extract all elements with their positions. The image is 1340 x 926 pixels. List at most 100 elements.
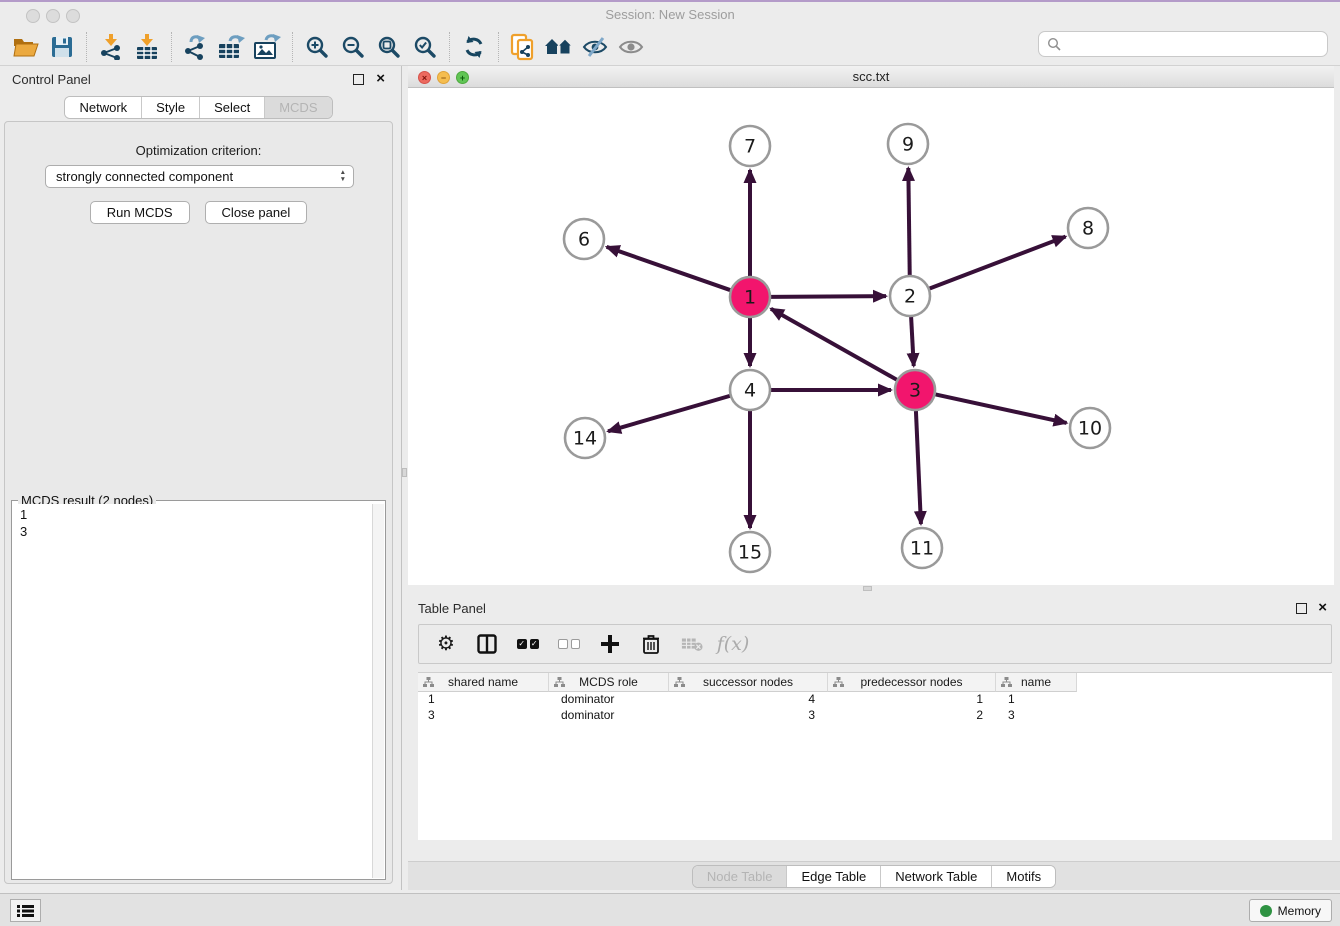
edge-2-3[interactable] — [911, 317, 914, 366]
control-panel-title: Control Panel — [12, 72, 91, 87]
network-hscroll-handle[interactable] — [863, 586, 872, 591]
criterion-value: strongly connected component — [56, 169, 233, 184]
zoom-selected-icon[interactable] — [407, 31, 443, 63]
save-session-icon[interactable] — [44, 31, 80, 63]
column-header-successor-nodes[interactable]: successor nodes — [669, 673, 828, 692]
edge-1-2[interactable] — [771, 296, 886, 297]
zoom-fit-icon[interactable] — [371, 31, 407, 63]
log-console-button[interactable] — [10, 899, 41, 922]
home-icon[interactable] — [541, 31, 577, 63]
column-label: successor nodes — [703, 675, 793, 689]
edge-1-6[interactable] — [607, 247, 731, 290]
select-all-icon[interactable]: ✓✓ — [517, 633, 539, 655]
window-minimize-button[interactable] — [46, 9, 60, 23]
node-2[interactable]: 2 — [890, 276, 930, 316]
add-column-icon[interactable] — [599, 633, 621, 655]
tab-style[interactable]: Style — [142, 97, 200, 118]
edge-3-11[interactable] — [916, 411, 921, 524]
node-label: 14 — [573, 428, 597, 450]
refresh-icon[interactable] — [456, 31, 492, 63]
tab-node-table[interactable]: Node Table — [693, 866, 788, 887]
network-view-window: × − + scc.txt 7 9 6 8 1 2 4 3 14 10 15 11 — [408, 66, 1334, 592]
edge-2-9[interactable] — [908, 168, 909, 275]
node-7[interactable]: 7 — [730, 126, 770, 166]
control-panel: Control Panel × NetworkStyleSelectMCDS O… — [0, 66, 397, 890]
vertical-splitter[interactable] — [401, 66, 407, 890]
zoom-out-icon[interactable] — [335, 31, 371, 63]
network-from-selection-icon[interactable] — [505, 31, 541, 63]
node-6[interactable]: 6 — [564, 219, 604, 259]
edge-3-10[interactable] — [936, 394, 1067, 422]
column-header-shared-name[interactable]: shared name — [418, 673, 549, 692]
export-network-icon[interactable] — [178, 31, 214, 63]
close-panel-button[interactable]: Close panel — [205, 201, 308, 224]
tab-edge-table[interactable]: Edge Table — [787, 866, 881, 887]
table-cell: dominator — [549, 692, 669, 708]
show-eye-icon[interactable] — [613, 31, 649, 63]
node-8[interactable]: 8 — [1068, 208, 1108, 248]
toolbar-separator — [171, 32, 172, 62]
search-box[interactable] — [1038, 31, 1328, 57]
table-close-icon[interactable]: × — [1318, 602, 1327, 613]
open-session-icon[interactable] — [8, 31, 44, 63]
window-zoom-button[interactable] — [66, 9, 80, 23]
column-header-MCDS-role[interactable]: MCDS role — [549, 673, 669, 692]
network-window-titlebar[interactable]: × − + scc.txt — [408, 66, 1334, 88]
criterion-select[interactable]: strongly connected component ▲▼ — [45, 165, 354, 188]
run-mcds-button[interactable]: Run MCDS — [90, 201, 190, 224]
node-3[interactable]: 3 — [895, 370, 935, 410]
column-header-name[interactable]: name — [996, 673, 1077, 692]
table-panel: Table Panel × ⚙ ✓✓ f(x) shared nameMCDS … — [408, 592, 1340, 890]
show-columns-icon[interactable] — [476, 633, 498, 655]
network-close-button[interactable]: × — [418, 71, 431, 84]
splitter-handle[interactable] — [402, 468, 407, 477]
zoom-in-icon[interactable] — [299, 31, 335, 63]
list-icon — [17, 904, 34, 918]
edge-2-8[interactable] — [930, 237, 1066, 289]
network-minimize-button[interactable]: − — [437, 71, 450, 84]
tab-mcds[interactable]: MCDS — [265, 97, 331, 118]
optimization-criterion-label: Optimization criterion: — [5, 143, 392, 158]
network-bottom-strip — [408, 585, 1334, 592]
network-canvas[interactable]: 7 9 6 8 1 2 4 3 14 10 15 11 — [408, 88, 1334, 585]
table-cell: 3 — [669, 708, 828, 724]
table-row[interactable]: 3dominator323 — [418, 708, 1332, 724]
hide-eye-icon[interactable] — [577, 31, 613, 63]
table-row[interactable]: 1dominator411 — [418, 692, 1332, 708]
node-4[interactable]: 4 — [730, 370, 770, 410]
window-close-button[interactable] — [26, 9, 40, 23]
float-panel-icon[interactable] — [353, 74, 364, 85]
deselect-all-icon[interactable] — [558, 633, 580, 655]
tab-select[interactable]: Select — [200, 97, 265, 118]
node-15[interactable]: 15 — [730, 532, 770, 572]
node-label: 11 — [910, 538, 934, 560]
tab-network-table[interactable]: Network Table — [881, 866, 992, 887]
table-options-icon[interactable]: ⚙ — [435, 633, 457, 655]
node-1[interactable]: 1 — [730, 277, 770, 317]
network-window-title: scc.txt — [408, 66, 1334, 87]
tab-network[interactable]: Network — [65, 97, 142, 118]
memory-button[interactable]: Memory — [1249, 899, 1332, 922]
edge-4-14[interactable] — [608, 396, 730, 431]
node-10[interactable]: 10 — [1070, 408, 1110, 448]
network-maximize-button[interactable]: + — [456, 71, 469, 84]
mcds-result-scrollbar[interactable] — [372, 504, 384, 878]
node-14[interactable]: 14 — [565, 418, 605, 458]
import-table-icon[interactable] — [129, 31, 165, 63]
close-panel-icon[interactable]: × — [376, 73, 385, 84]
app-titlebar: Session: New Session — [0, 0, 1340, 28]
export-table-icon[interactable] — [214, 31, 250, 63]
edge-3-1[interactable] — [771, 309, 897, 380]
node-label: 8 — [1082, 218, 1094, 240]
search-input[interactable] — [1062, 34, 1327, 54]
import-network-icon[interactable] — [93, 31, 129, 63]
table-float-icon[interactable] — [1296, 603, 1307, 614]
node-9[interactable]: 9 — [888, 124, 928, 164]
table-rows: 1dominator4113dominator323 — [418, 692, 1332, 724]
node-11[interactable]: 11 — [902, 528, 942, 568]
column-header-predecessor-nodes[interactable]: predecessor nodes — [828, 673, 996, 692]
table-header-row: shared nameMCDS role successor nodes prede… — [418, 673, 1332, 692]
export-image-icon[interactable] — [250, 31, 286, 63]
delete-column-icon[interactable] — [640, 633, 662, 655]
tab-motifs[interactable]: Motifs — [992, 866, 1055, 887]
